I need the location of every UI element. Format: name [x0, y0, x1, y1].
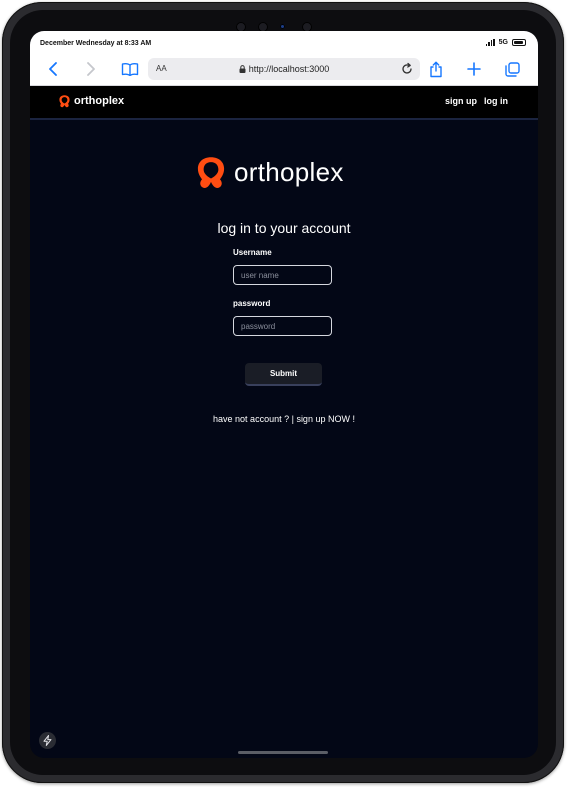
lock-icon — [239, 65, 246, 73]
submit-button[interactable]: Submit — [245, 363, 322, 386]
tabs-overview-icon — [504, 61, 520, 77]
url-text: http://localhost:3000 — [248, 64, 330, 74]
username-label: Username — [233, 248, 272, 257]
status-time: December Wednesday at 8:33 AM — [40, 40, 152, 47]
new-tab-button[interactable] — [464, 59, 484, 79]
browser-toolbar: AA http://localhost:3000 — [30, 53, 538, 86]
nav-brand-text: orthoplex — [74, 95, 125, 107]
forward-button[interactable] — [80, 59, 100, 79]
reload-icon[interactable] — [400, 62, 414, 76]
dev-tools-button[interactable] — [39, 732, 56, 749]
signup-now-link[interactable]: sign up NOW ! — [296, 414, 355, 424]
username-input[interactable] — [233, 265, 332, 285]
network-type: 5G — [498, 39, 508, 46]
nav-brand-link[interactable]: orthoplex — [58, 94, 124, 108]
bookmarks-book-icon — [121, 63, 139, 76]
logo-text: orthoplex — [234, 156, 344, 187]
screen: December Wednesday at 8:33 AM 5G AA http… — [30, 31, 538, 758]
bookmarks-button[interactable] — [120, 59, 140, 79]
password-input[interactable] — [233, 316, 332, 336]
home-indicator — [238, 751, 328, 754]
address-bar[interactable]: AA http://localhost:3000 — [148, 58, 420, 80]
battery-icon — [512, 39, 526, 46]
share-icon — [430, 61, 442, 77]
forward-arrow-icon — [87, 62, 95, 76]
status-bar: December Wednesday at 8:33 AM 5G — [30, 31, 538, 53]
nav-links: sign up log in — [445, 96, 508, 106]
back-arrow-icon — [49, 62, 57, 76]
tabs-overview-button[interactable] — [502, 59, 522, 79]
bolt-icon — [43, 735, 52, 746]
status-indicators: 5G — [485, 39, 526, 46]
back-button[interactable] — [44, 59, 64, 79]
nav-signup-link[interactable]: sign up — [445, 96, 477, 106]
password-label: password — [233, 299, 271, 308]
signup-prompt-text: have not account ? | — [213, 414, 297, 424]
signal-icon — [485, 39, 495, 46]
orthoplex-logo-icon — [197, 157, 225, 188]
main-logo: orthoplex — [194, 154, 344, 190]
signup-prompt-line: have not account ? | sign up NOW ! — [30, 414, 538, 424]
share-button[interactable] — [426, 59, 446, 79]
site-navbar: orthoplex sign up log in — [30, 86, 538, 120]
orthoplex-logo-icon — [59, 95, 70, 108]
camera-indicator — [280, 24, 285, 29]
page-title: log in to your account — [217, 220, 351, 236]
nav-login-link[interactable]: log in — [484, 96, 508, 106]
url-display: http://localhost:3000 — [148, 64, 420, 74]
new-tab-plus-icon — [467, 62, 481, 76]
